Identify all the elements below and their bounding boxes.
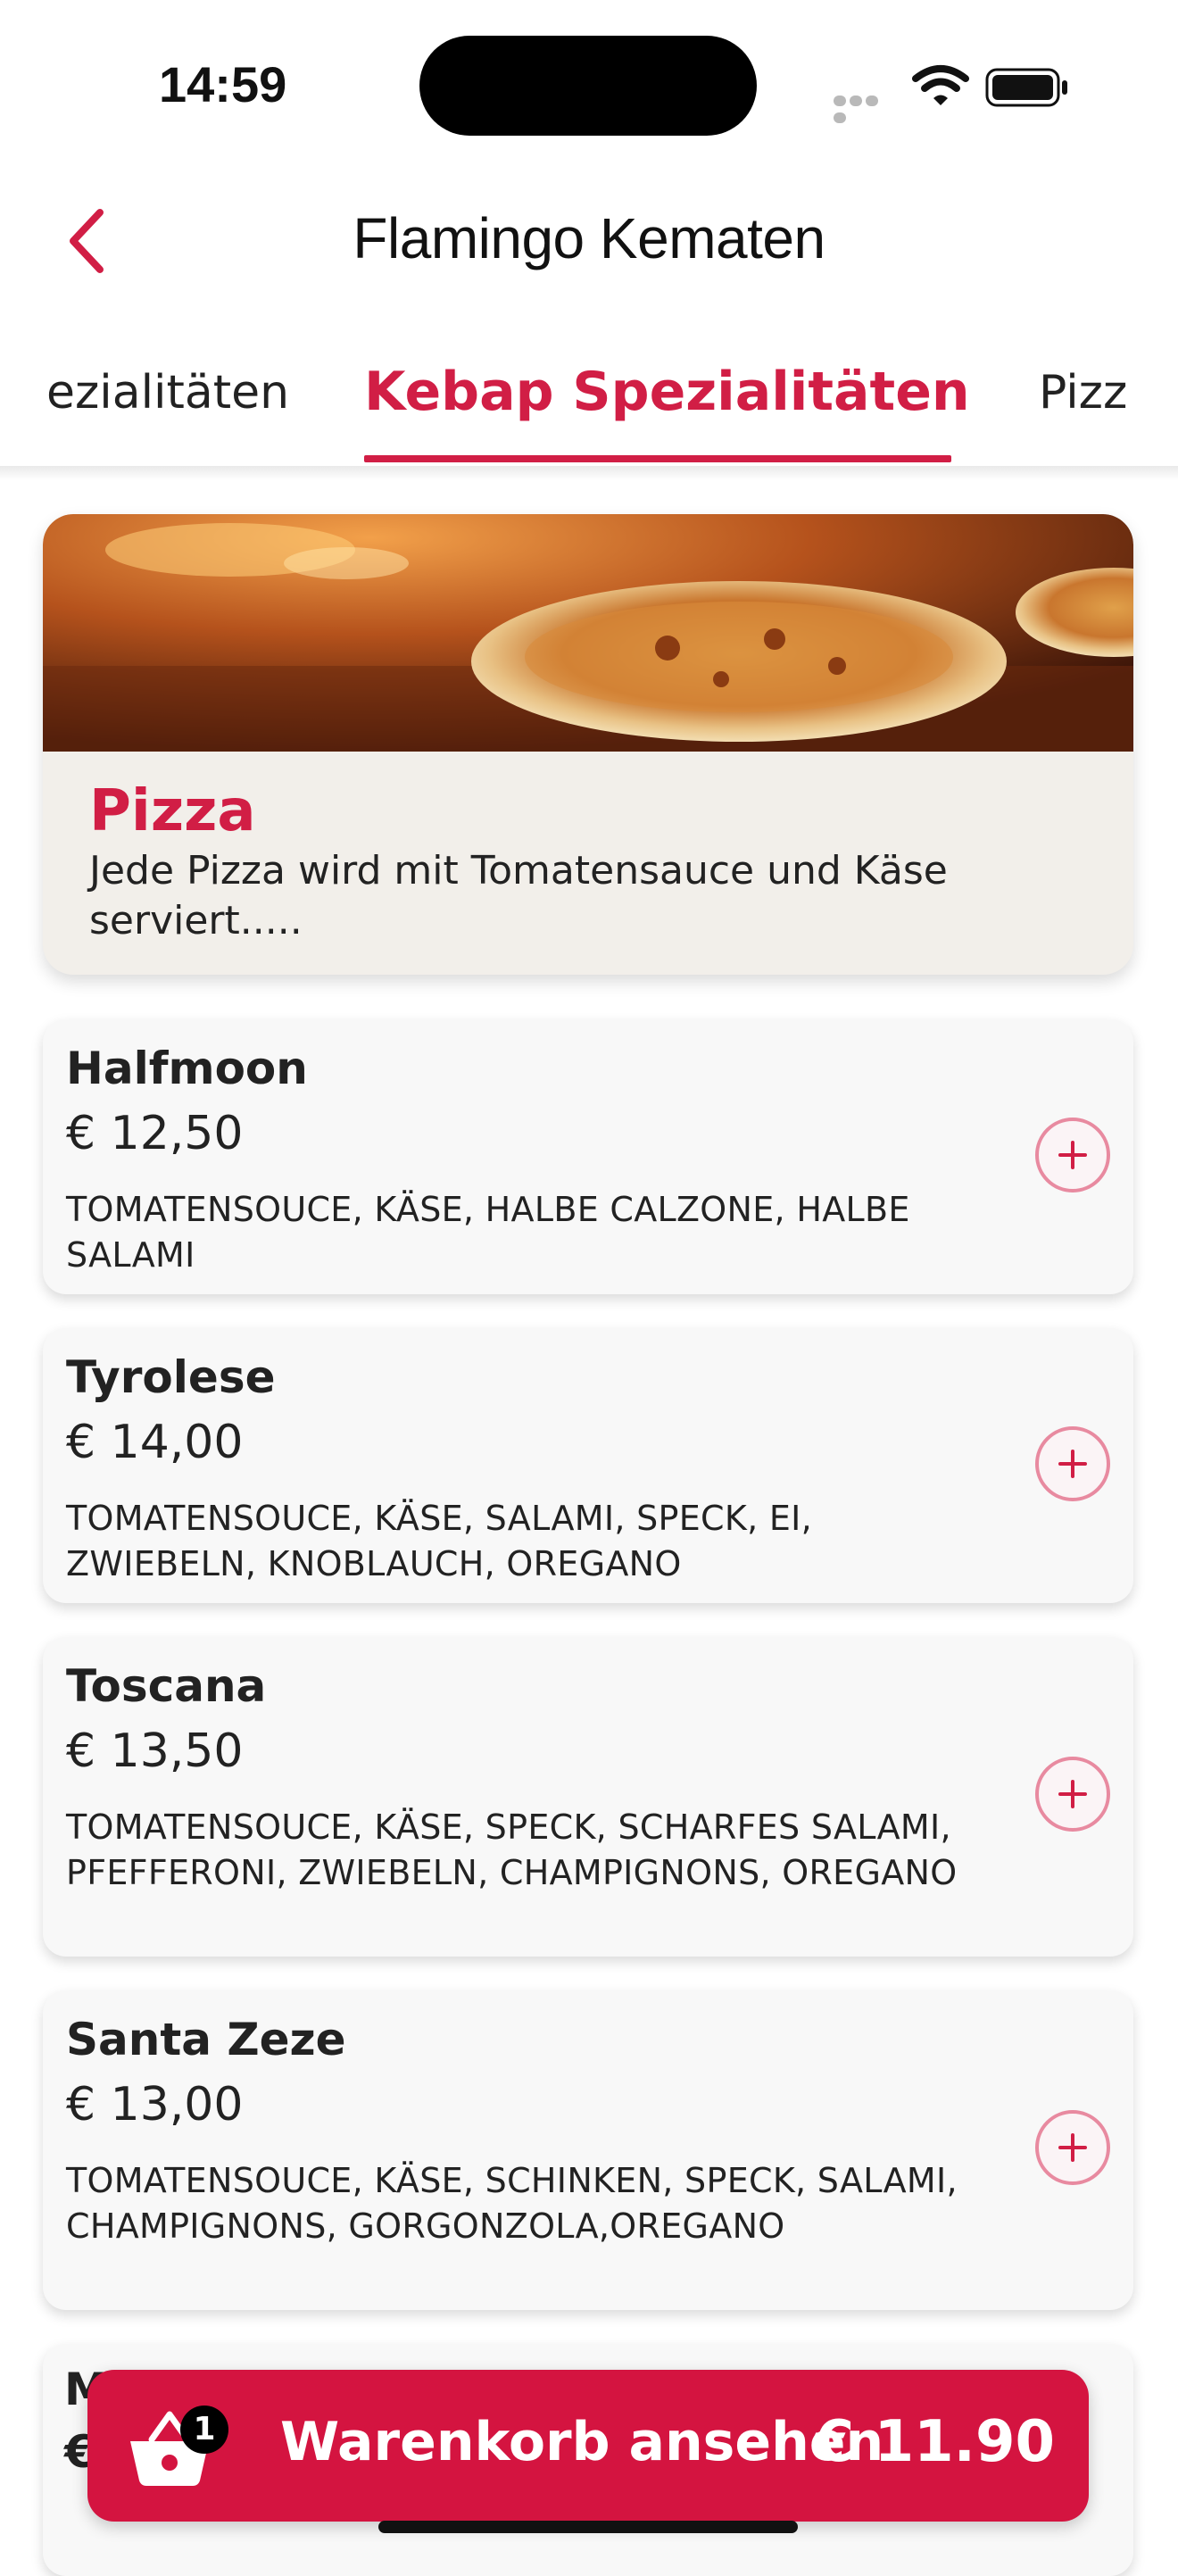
- tab-previous-category[interactable]: ezialitäten: [46, 366, 289, 420]
- plus-icon: [1058, 1141, 1087, 1169]
- status-time: 14:59: [159, 56, 287, 112]
- product-price: € 14,00: [66, 1416, 244, 1469]
- product-name: Santa Zeze: [66, 2014, 346, 2065]
- tab-kebap-spezialitaeten[interactable]: Kebap Spezialitäten: [364, 361, 970, 423]
- cellular-signal-icon: [834, 93, 896, 123]
- view-cart-button[interactable]: 1 Warenkorb ansehen € 11.90: [87, 2370, 1089, 2522]
- product-price: € 13,00: [66, 2078, 244, 2131]
- product-price: € 12,50: [66, 1107, 244, 1160]
- dynamic-island: [419, 36, 757, 136]
- product-name: Halfmoon: [66, 1043, 308, 1094]
- page-title: Flamingo Kematen: [353, 206, 825, 270]
- battery-icon: [985, 68, 1069, 111]
- category-image: [43, 514, 1133, 752]
- add-to-cart-button[interactable]: [1035, 1757, 1110, 1832]
- product-description: TOMATENSOUCE, KÄSE, HALBE CALZONE, HALBE…: [66, 1190, 910, 1275]
- product-description: TOMATENSOUCE, KÄSE, SCHINKEN, SPECK, SAL…: [66, 2161, 958, 2246]
- add-to-cart-button[interactable]: [1035, 1118, 1110, 1192]
- plus-icon: [1058, 2133, 1087, 2162]
- product-name: Tyrolese: [66, 1351, 276, 1403]
- active-tab-indicator: [364, 455, 951, 462]
- cart-label: Warenkorb ansehen: [280, 2411, 884, 2473]
- product-card[interactable]: Tyrolese € 14,00 TOMATENSOUCE, KÄSE, SAL…: [43, 1328, 1133, 1603]
- status-bar: 14:59: [0, 0, 1178, 170]
- category-banner: Pizza Jede Pizza wird mit Tomatensauce u…: [43, 514, 1133, 975]
- category-description: Jede Pizza wird mit Tomatensauce und Käs…: [89, 848, 948, 943]
- product-price: € 13,50: [66, 1724, 244, 1778]
- plus-icon: [1058, 1780, 1087, 1808]
- product-card[interactable]: Halfmoon € 12,50 TOMATENSOUCE, KÄSE, HAL…: [43, 1019, 1133, 1294]
- product-description: TOMATENSOUCE, KÄSE, SPECK, SCHARFES SALA…: [66, 1807, 958, 1892]
- product-description: TOMATENSOUCE, KÄSE, SALAMI, SPECK, EI, Z…: [66, 1499, 813, 1583]
- header-divider: [0, 466, 1178, 480]
- tab-pizza[interactable]: Pizz: [1039, 366, 1127, 420]
- add-to-cart-button[interactable]: [1035, 1426, 1110, 1501]
- wifi-icon: [912, 64, 969, 111]
- add-to-cart-button[interactable]: [1035, 2110, 1110, 2185]
- product-name: Toscana: [66, 1660, 267, 1712]
- navigation-header: Flamingo Kematen: [0, 170, 1178, 303]
- home-indicator: [378, 2521, 798, 2533]
- cart-total: € 11.90: [814, 2409, 1055, 2475]
- plus-icon: [1058, 1450, 1087, 1478]
- cart-count-badge: 1: [180, 2406, 228, 2454]
- category-title: Pizza: [89, 778, 256, 844]
- product-card[interactable]: Toscana € 13,50 TOMATENSOUCE, KÄSE, SPEC…: [43, 1637, 1133, 1957]
- product-card[interactable]: Santa Zeze € 13,00 TOMATENSOUCE, KÄSE, S…: [43, 1990, 1133, 2310]
- category-tab-bar: ezialitäten Kebap Spezialitäten Pizz: [0, 339, 1178, 467]
